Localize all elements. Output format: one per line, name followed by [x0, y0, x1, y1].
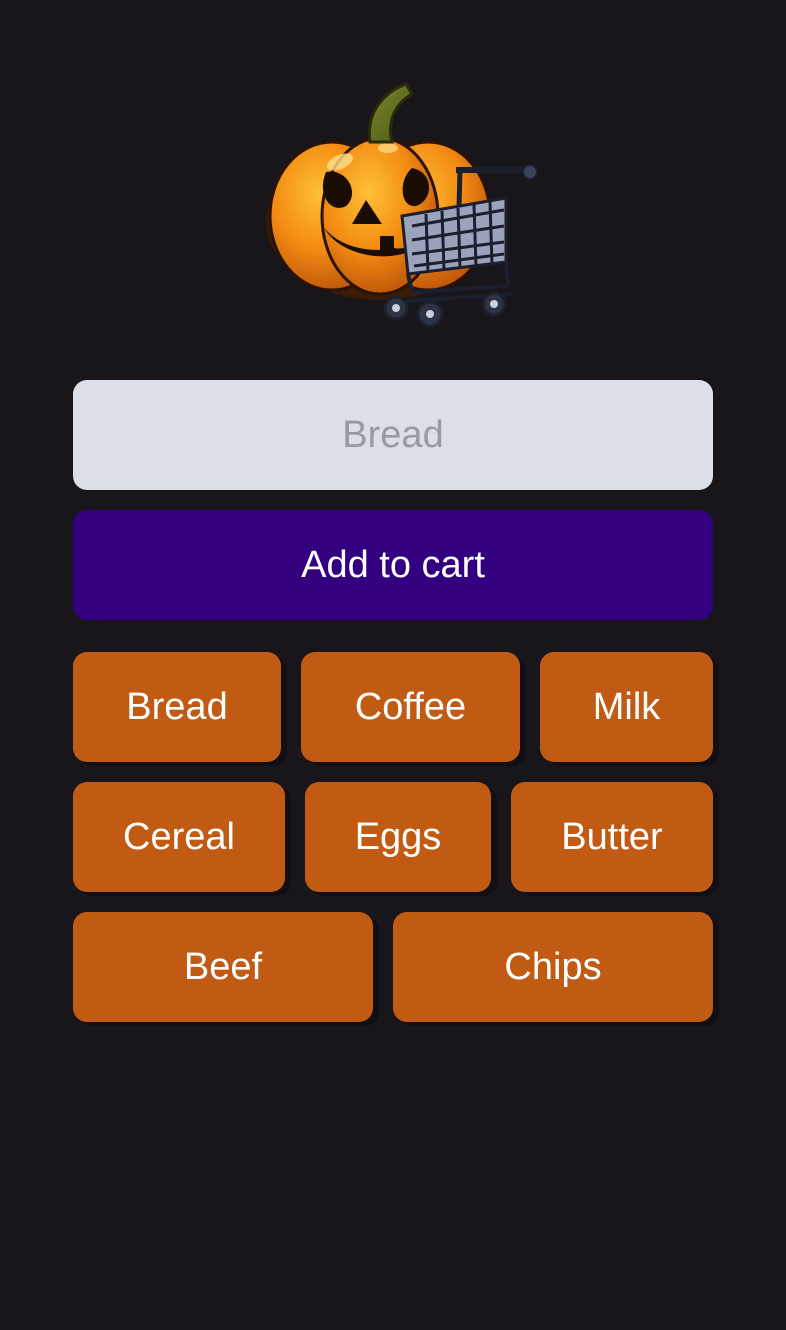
quick-item-beef[interactable]: Beef: [73, 912, 373, 1022]
quick-items-row: Bread Coffee Milk: [73, 652, 713, 762]
shopping-app: Add to cart Bread Coffee Milk Cereal Egg…: [0, 0, 786, 1330]
pumpkin-cart-logo-icon: [266, 82, 538, 328]
item-name-input[interactable]: [73, 380, 713, 490]
quick-items-row: Beef Chips: [73, 912, 713, 1022]
quick-item-bread[interactable]: Bread: [73, 652, 281, 762]
quick-item-cereal[interactable]: Cereal: [73, 782, 285, 892]
quick-item-coffee[interactable]: Coffee: [301, 652, 520, 762]
quick-item-milk[interactable]: Milk: [540, 652, 713, 762]
quick-item-chips[interactable]: Chips: [393, 912, 713, 1022]
quick-item-eggs[interactable]: Eggs: [305, 782, 491, 892]
add-to-cart-button[interactable]: Add to cart: [73, 510, 713, 620]
quick-items-row: Cereal Eggs Butter: [73, 782, 713, 892]
quick-item-butter[interactable]: Butter: [511, 782, 713, 892]
